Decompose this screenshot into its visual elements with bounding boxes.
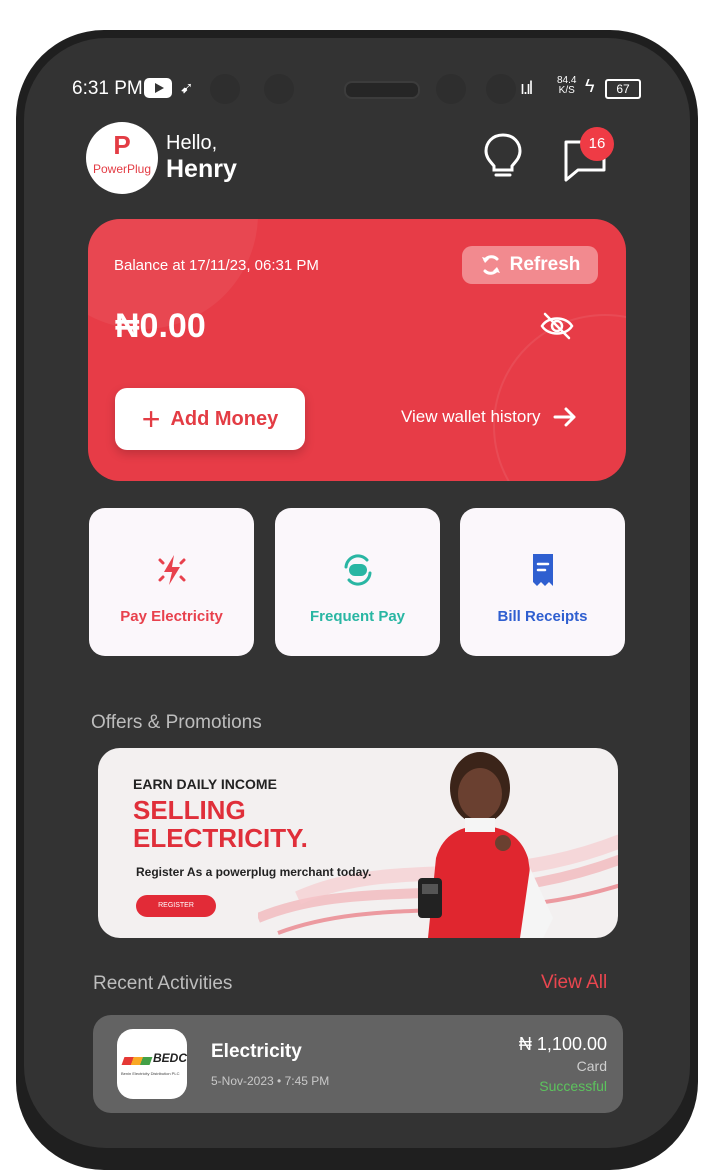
activity-title: Electricity [211,1041,302,1062]
notification-badge: 16 [580,127,614,161]
promo-subtitle: Register As a powerplug merchant today. [136,865,372,879]
greeting-text: Hello, [166,132,218,154]
bedc-logo: BEDC Benin Electricity Distribution PLC [117,1029,187,1099]
refresh-button[interactable]: Refresh [462,246,598,284]
offers-section-title: Offers & Promotions [91,712,262,733]
promo-kicker: EARN DAILY INCOME [133,776,277,792]
camera-dot [486,74,516,104]
promo-register-button[interactable]: REGISTER [136,895,216,917]
promo-banner[interactable]: EARN DAILY INCOME SELLING ELECTRICITY. R… [98,748,618,938]
promo-person-image [418,752,553,938]
arrow-right-icon [553,407,576,427]
status-time: 6:31 PM [72,78,143,99]
promo-headline: SELLING ELECTRICITY. [133,796,308,852]
tile-label: Frequent Pay [309,608,406,625]
activity-method: Card [576,1058,607,1074]
view-all-link[interactable]: View All [541,972,607,994]
net-speed-unit: K/S [558,85,575,96]
frequent-pay-tile[interactable]: Frequent Pay [275,508,440,656]
promo-headline-line: ELECTRICITY. [133,823,308,853]
signal-icon: ı.ıl [520,78,533,98]
add-money-button[interactable]: + Add Money [115,388,305,450]
flash-icon [89,552,254,586]
camera-dot [436,74,466,104]
activity-date: 5-Nov-2023 • 7:45 PM [211,1074,330,1088]
bedc-logo-subtext: Benin Electricity Distribution PLC [121,1071,180,1076]
battery-indicator: 67 [605,79,641,99]
lightbulb-icon[interactable] [482,132,524,180]
tile-label: Pay Electricity [120,608,223,625]
wallet-history-label: View wallet history [401,407,541,426]
recent-section-title: Recent Activities [93,973,233,994]
pay-electricity-tile[interactable]: Pay Electricity [89,508,254,656]
youtube-icon [144,78,172,98]
user-name: Henry [166,155,237,183]
camera-dot [210,74,240,104]
net-speed: 84.4 K/S [557,76,576,96]
camera-cutout [204,68,544,108]
powerplug-logo-letter: P [113,130,131,160]
refresh-label: Refresh [509,254,581,275]
bedc-logo-text: BEDC [153,1051,188,1065]
tile-label: Bill Receipts [497,608,588,625]
camera-dot [264,74,294,104]
balance-card: Balance at 17/11/23, 06:31 PM Refresh ₦0… [88,219,626,481]
receipt-icon [460,552,625,586]
twitter-icon: ➹ [180,80,194,97]
refresh-icon [481,255,500,275]
activity-status: Successful [539,1078,607,1094]
repeat-icon [275,552,440,586]
speaker-grille [344,81,420,99]
charging-icon: ϟ [585,76,595,96]
balance-amount: ₦0.00 [115,307,206,345]
activity-amount: ₦ 1,100.00 [518,1034,607,1054]
balance-label: Balance at 17/11/23, 06:31 PM [114,257,319,274]
view-wallet-history-link[interactable]: View wallet history [401,407,577,427]
plus-icon: + [141,401,161,437]
add-money-label: Add Money [170,407,279,430]
hide-balance-icon[interactable] [540,311,574,341]
bill-receipts-tile[interactable]: Bill Receipts [460,508,625,656]
bedc-logo-stripes [121,1057,153,1065]
activity-item[interactable]: BEDC Benin Electricity Distribution PLC … [93,1015,623,1113]
powerplug-logo-text: PowerPlug [92,162,152,176]
avatar[interactable]: P PowerPlug [86,122,158,194]
promo-headline-line: SELLING [133,795,246,825]
